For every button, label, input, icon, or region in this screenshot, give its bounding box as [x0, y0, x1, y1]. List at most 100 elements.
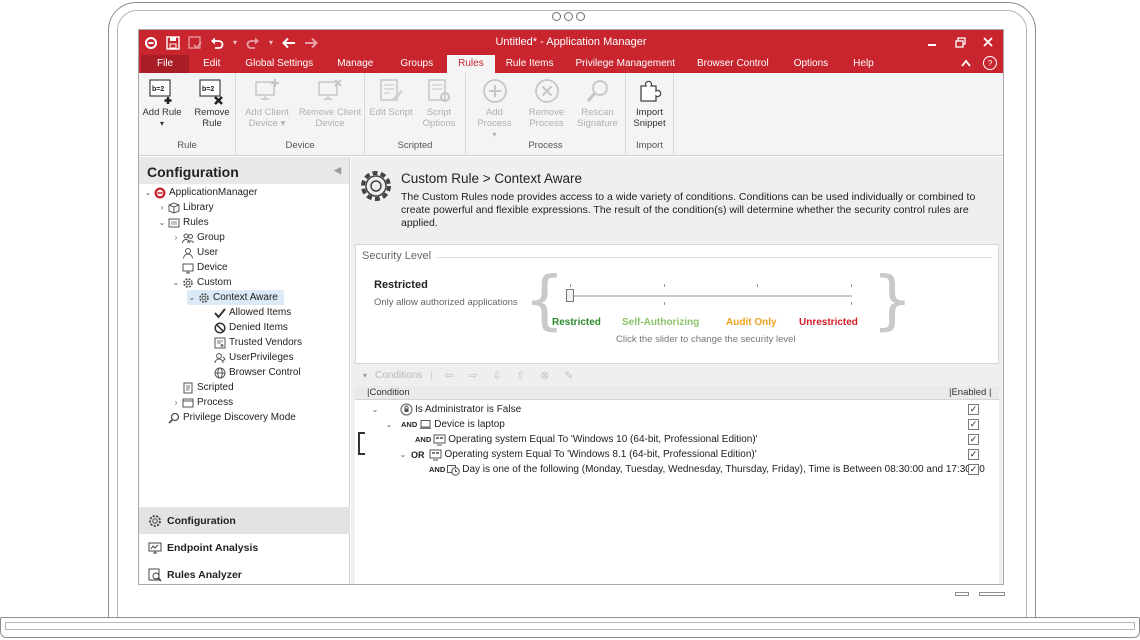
ribbon-group-scripted-name: Scripted — [397, 140, 433, 151]
tab-edit[interactable]: Edit — [189, 55, 234, 73]
help-icon[interactable]: ? — [983, 56, 997, 70]
enabled-checkbox[interactable]: ✓ — [968, 404, 979, 415]
tree-item-context-aware[interactable]: ⌄ Context Aware — [187, 290, 284, 305]
svg-text:b=2: b=2 — [152, 86, 164, 93]
operator-label: OR — [411, 449, 425, 460]
redo-dropdown-icon[interactable]: ▾ — [267, 35, 275, 51]
remove-client-device-button[interactable]: Remove Client Device — [298, 77, 362, 141]
chevron-down-icon[interactable]: ⌄ — [171, 278, 181, 287]
enabled-checkbox[interactable]: ✓ — [968, 464, 979, 475]
tab-rules[interactable]: Rules — [447, 55, 495, 73]
tree-item-trusted-vendors[interactable]: Trusted Vendors — [213, 335, 302, 350]
save-to-deploy-icon[interactable] — [187, 35, 203, 51]
enabled-checkbox[interactable]: ✓ — [968, 434, 979, 445]
import-snippet-button[interactable]: Import Snippet — [628, 77, 672, 141]
add-rule-button[interactable]: b=2 Add Rule ▾ — [139, 77, 186, 141]
chevron-right-icon[interactable]: › — [171, 398, 181, 407]
chevron-down-icon[interactable]: ⌄ — [397, 450, 409, 459]
tree-item-user-privileges[interactable]: UserPrivileges — [213, 350, 293, 365]
level-audit-only[interactable]: Audit Only — [726, 317, 777, 328]
nav-configuration[interactable]: Configuration — [139, 507, 350, 534]
tab-global-settings[interactable]: Global Settings — [234, 55, 324, 73]
tree-item-library[interactable]: › Library — [157, 200, 214, 215]
tree-item-application-manager[interactable]: ⌄ ApplicationManager — [143, 185, 257, 200]
collapse-pane-icon[interactable]: ◀ — [334, 165, 341, 176]
chevron-down-icon[interactable]: ⌄ — [383, 420, 395, 429]
tree-item-device[interactable]: Device — [181, 260, 228, 275]
configuration-pane: Configuration ◀ ⌄ ApplicationManager › L… — [139, 157, 350, 584]
condition-text: Day is one of the following (Monday, Tue… — [462, 464, 985, 475]
tree-item-user[interactable]: User — [181, 245, 218, 260]
script-options-button[interactable]: Script Options — [416, 77, 462, 141]
remove-rule-button[interactable]: b=2 Remove Rule — [188, 77, 236, 141]
level-unrestricted[interactable]: Unrestricted — [799, 317, 858, 328]
tab-groups[interactable]: Groups — [386, 55, 447, 73]
tree-item-group[interactable]: › Group — [171, 230, 225, 245]
collapse-ribbon-icon[interactable] — [959, 56, 973, 70]
tree-item-custom[interactable]: ⌄ Custom — [171, 275, 232, 290]
tab-privilege-management[interactable]: Privilege Management — [565, 55, 687, 73]
chevron-down-icon[interactable]: ⌄ — [369, 405, 381, 414]
rescan-signature-label: Rescan — [581, 107, 614, 118]
move-left-icon[interactable]: ⇦ — [441, 368, 457, 382]
collapse-conditions-icon[interactable]: ▾ — [363, 371, 367, 380]
chevron-down-icon[interactable]: ⌄ — [157, 218, 167, 227]
tab-options[interactable]: Options — [780, 55, 842, 73]
chevron-right-icon[interactable]: › — [157, 203, 167, 212]
undo-icon[interactable] — [209, 35, 225, 51]
tab-help[interactable]: Help — [842, 55, 885, 73]
nav-rules-analyzer[interactable]: Rules Analyzer — [139, 561, 350, 584]
save-icon[interactable] — [165, 35, 181, 51]
tab-manage[interactable]: Manage — [324, 55, 386, 73]
tree-item-scripted[interactable]: Scripted — [181, 380, 234, 395]
nav-endpoint-analysis[interactable]: Endpoint Analysis — [139, 534, 350, 561]
tree-item-allowed-items[interactable]: Allowed Items — [213, 305, 291, 320]
move-right-icon[interactable]: ⇨ — [465, 368, 481, 382]
tab-rule-items[interactable]: Rule Items — [495, 55, 565, 73]
tree-item-rules[interactable]: ⌄ Rules — [157, 215, 209, 230]
edit-script-button[interactable]: Edit Script — [368, 77, 414, 141]
enabled-checkbox[interactable]: ✓ — [968, 419, 979, 430]
condition-row[interactable]: AND Day is one of the following (Monday,… — [429, 462, 985, 477]
enabled-checkbox[interactable]: ✓ — [968, 449, 979, 460]
undo-dropdown-icon[interactable]: ▾ — [231, 35, 239, 51]
condition-row[interactable]: ⌄ Is Administrator is False — [369, 402, 521, 417]
move-up-icon[interactable]: ⇧ — [513, 368, 529, 382]
column-condition[interactable]: |Condition — [367, 387, 410, 398]
rescan-signature-button[interactable]: Rescan Signature — [573, 77, 623, 141]
remove-process-button[interactable]: Remove Process — [523, 77, 571, 141]
tree-item-process[interactable]: › Process — [171, 395, 233, 410]
condition-row[interactable]: ⌄ OR Operating system Equal To 'Windows … — [397, 447, 757, 462]
svg-text:b=2: b=2 — [202, 86, 214, 93]
tree-item-browser-control[interactable]: Browser Control — [213, 365, 301, 380]
add-client-device-button[interactable]: Add Client Device ▾ — [238, 77, 296, 141]
tree-item-denied-items[interactable]: Denied Items — [213, 320, 288, 335]
minimize-button[interactable] — [923, 33, 941, 51]
chevron-down-icon[interactable]: ⌄ — [187, 293, 197, 302]
tree-item-privilege-discovery[interactable]: Privilege Discovery Mode — [167, 410, 296, 425]
column-enabled[interactable]: |Enabled | — [949, 387, 991, 398]
chevron-down-icon[interactable]: ⌄ — [143, 188, 153, 197]
security-slider-thumb[interactable] — [566, 289, 574, 302]
close-button[interactable] — [979, 33, 997, 51]
delete-condition-icon[interactable]: ⊗ — [537, 368, 553, 382]
add-process-button[interactable]: Add Process ▾ — [469, 77, 521, 141]
level-self-authorizing[interactable]: Self-Authorizing — [622, 317, 699, 328]
chevron-right-icon[interactable]: › — [171, 233, 181, 242]
tab-file[interactable]: File — [141, 55, 190, 73]
gear-icon — [147, 513, 163, 529]
level-restricted[interactable]: Restricted — [552, 317, 601, 328]
current-level-description: Only allow authorized applications — [374, 297, 518, 308]
app-logo-icon[interactable] — [143, 35, 159, 51]
security-slider-track[interactable] — [570, 295, 852, 297]
forward-arrow-icon[interactable] — [303, 35, 319, 51]
restore-button[interactable] — [951, 33, 969, 51]
move-down-icon[interactable]: ⇩ — [489, 368, 505, 382]
edit-condition-icon[interactable]: ✎ — [561, 368, 577, 382]
redo-icon[interactable] — [245, 35, 261, 51]
condition-row[interactable]: ⌄ AND Device is laptop — [383, 417, 505, 432]
back-arrow-icon[interactable] — [281, 35, 297, 51]
condition-row[interactable]: AND Operating system Equal To 'Windows 1… — [415, 432, 758, 447]
tab-browser-control[interactable]: Browser Control — [686, 55, 780, 73]
user-privileges-icon — [213, 351, 227, 365]
